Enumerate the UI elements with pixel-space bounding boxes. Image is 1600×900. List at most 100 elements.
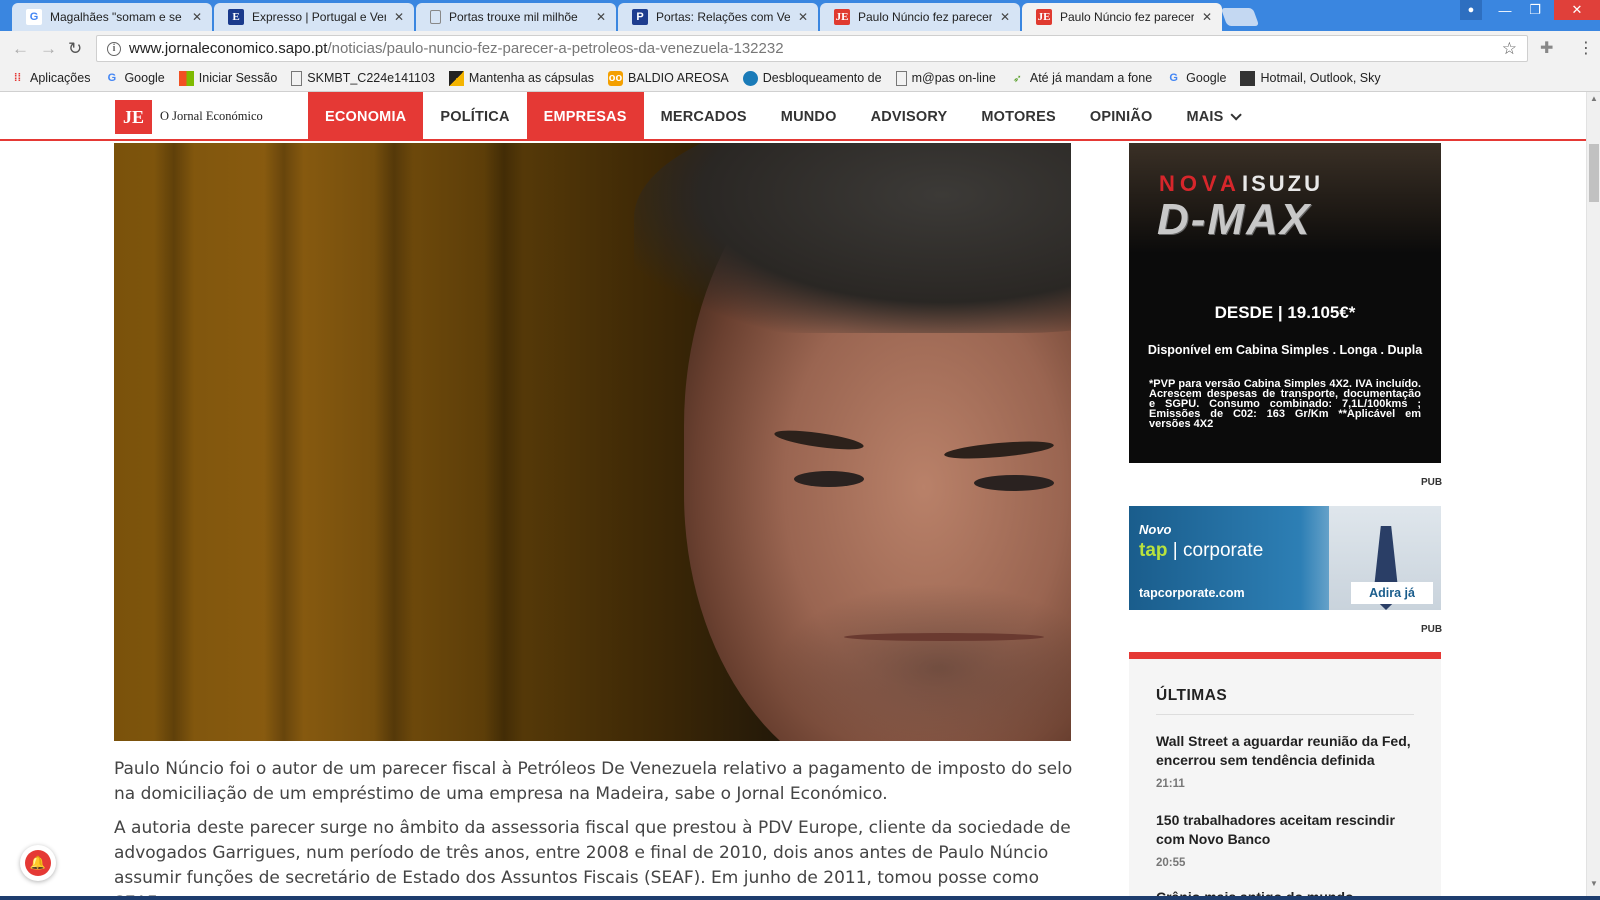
site-logo[interactable]: JE [115,100,152,134]
reload-icon[interactable]: ↻ [68,39,82,59]
document-icon [895,70,907,86]
browser-tab-2[interactable]: E Expresso | Portugal e Ver ✕ [214,3,414,31]
nav-opiniao[interactable]: OPINIÃO [1073,92,1170,141]
url-domain: www.jornaleconomico.sapo.pt [129,40,328,57]
bookmark-label: BALDIO AREOSA [628,71,729,85]
bookmark-mapas[interactable]: m@pas on-line [895,70,996,86]
bookmark-google-2[interactable]: G Google [1166,71,1226,86]
latest-news-item[interactable]: Wall Street a aguardar reunião da Fed, e… [1156,732,1416,790]
tap-corporate-ad[interactable]: Novo tap | corporate tapcorporate.com Ad… [1129,506,1441,610]
isuzu-dmax-ad[interactable]: NOVA ISUZU D-MAX DESDE | 19.105€* Dispon… [1129,143,1441,463]
back-icon[interactable]: ← [12,39,29,59]
bookmark-apps[interactable]: ⁞⁞ Aplicações [10,71,91,86]
bookmark-desbloqueamento[interactable]: Desbloqueamento de [742,70,882,86]
new-tab-button[interactable] [1220,8,1260,26]
nav-mercados[interactable]: MERCADOS [644,92,764,141]
google-icon: G [26,9,42,25]
adira-ja-button[interactable]: Adira já [1351,582,1433,604]
address-bar[interactable]: i www.jornaleconomico.sapo.pt/noticias/p… [96,35,1528,62]
expresso-icon: E [228,9,244,25]
bookmark-hotmail[interactable]: Hotmail, Outlook, Sky [1240,70,1381,86]
bookmark-label: Mantenha as cápsulas [468,71,595,85]
ad-pub-label: PUB [1421,624,1443,635]
browser-tab-4[interactable]: P Portas: Relações com Ve ✕ [618,3,818,31]
site-header: JE O Jornal Económico ECONOMIA POLÍTICA … [0,92,1586,141]
bookmark-label: Até já mandam a fone [1029,71,1153,85]
browser-tab-1[interactable]: G Magalhães "somam e se ✕ [12,3,212,31]
latest-news-time: 20:55 [1156,857,1186,869]
taskbar-edge [0,896,1600,900]
site-logo-text[interactable]: O Jornal Económico [160,109,263,124]
bookmark-icon [448,70,464,86]
bookmark-label: Iniciar Sessão [198,71,278,85]
globe-icon [742,70,758,86]
nav-politica[interactable]: POLÍTICA [423,92,526,141]
latest-news-panel: ÚLTIMAS Wall Street a aguardar reunião d… [1129,652,1441,900]
extension-icon[interactable]: ✚ [1540,38,1553,58]
bookmark-mantenha[interactable]: Mantenha as cápsulas [448,70,595,86]
apps-icon: ⁞⁞ [13,72,22,84]
ad-url-text: tapcorporate.com [1139,586,1245,600]
latest-news-headline[interactable]: 150 trabalhadores aceitam rescindir com … [1156,811,1416,849]
ad-price-text: DESDE | 19.105€* [1214,303,1356,322]
ad-novo-text: Novo [1139,522,1172,537]
close-icon[interactable]: ✕ [998,10,1012,24]
bookmark-iniciar-sessao[interactable]: Iniciar Sessão [178,70,278,86]
scroll-down-icon[interactable]: ▼ [1590,879,1598,888]
document-icon [291,70,303,86]
nav-economia[interactable]: ECONOMIA [308,92,424,141]
close-icon[interactable]: ✕ [594,10,608,24]
tab-label: Expresso | Portugal e Ver [252,10,386,24]
bookmark-skmbt[interactable]: SKMBT_C224e141103 [291,70,435,86]
latest-news-headline[interactable]: Wall Street a aguardar reunião da Fed, e… [1156,732,1416,770]
bookmark-google[interactable]: G Google [104,71,165,86]
nav-empresas[interactable]: EMPRESAS [526,92,644,141]
article-paragraph-2: A autoria deste parecer surge no âmbito … [114,818,1071,900]
latest-news-item[interactable]: 150 trabalhadores aceitam rescindir com … [1156,811,1416,869]
browser-tab-6-active[interactable]: JE Paulo Núncio fez parecer ✕ [1022,3,1222,31]
nav-mundo[interactable]: MUNDO [764,92,854,141]
microsoft-icon [178,70,194,86]
scroll-up-icon[interactable]: ▲ [1590,94,1598,103]
bookmark-label: m@pas on-line [911,71,996,85]
forward-icon[interactable]: → [40,39,57,59]
browser-toolbar: ← → ↻ i www.jornaleconomico.sapo.pt/noti… [0,31,1600,65]
close-icon[interactable]: ✕ [1200,10,1214,24]
ad-pub-label: PUB [1421,477,1443,488]
menu-icon[interactable]: ⋮ [1578,38,1594,58]
minimize-icon[interactable]: — [1490,0,1520,20]
nav-mais[interactable]: MAIS [1169,92,1254,141]
close-window-icon[interactable]: ✕ [1554,0,1600,20]
bookmark-ate-ja[interactable]: ➶ Até já mandam a fone [1010,71,1152,86]
document-icon [430,10,441,24]
scroll-thumb[interactable] [1589,144,1599,202]
browser-tab-5[interactable]: JE Paulo Núncio fez parecer ✕ [820,3,1020,31]
profile-icon[interactable]: ● [1460,0,1482,20]
bookmark-label: Google [124,71,165,85]
tab-label: Paulo Núncio fez parecer [858,10,992,24]
article-body: Paulo Núncio foi o autor de um parecer f… [114,757,1074,900]
bookmark-baldio[interactable]: oo BALDIO AREOSA [608,70,729,86]
maximize-icon[interactable]: ❐ [1520,0,1550,20]
ad-tap-logo: tap | corporate [1139,540,1263,562]
document-icon [1240,70,1256,86]
close-icon[interactable]: ✕ [190,10,204,24]
tab-label: Magalhães "somam e se [50,10,182,24]
tab-label: Portas trouxe mil milhõe [449,10,578,24]
tab-label: Portas: Relações com Ve [656,10,790,24]
bookmark-label: Google [1186,71,1227,85]
bookmark-label: Aplicações [30,71,91,85]
je-icon: JE [1036,9,1052,25]
page-scrollbar[interactable]: ▲ ▼ [1586,92,1600,900]
close-icon[interactable]: ✕ [392,10,406,24]
article-paragraph-1: Paulo Núncio foi o autor de um parecer f… [114,759,1073,804]
star-icon[interactable]: ☆ [1502,39,1517,59]
notification-bell-button[interactable]: 🔔 [20,845,56,881]
nav-advisory[interactable]: ADVISORY [854,92,965,141]
nav-motores[interactable]: MOTORES [964,92,1072,141]
ad-availability-text: Disponível em Cabina Simples . Longa . D… [1147,343,1423,357]
info-icon[interactable]: i [107,41,121,56]
article-hero-image [114,143,1071,741]
browser-tab-3[interactable]: Portas trouxe mil milhõe ✕ [416,3,616,31]
close-icon[interactable]: ✕ [796,10,810,24]
